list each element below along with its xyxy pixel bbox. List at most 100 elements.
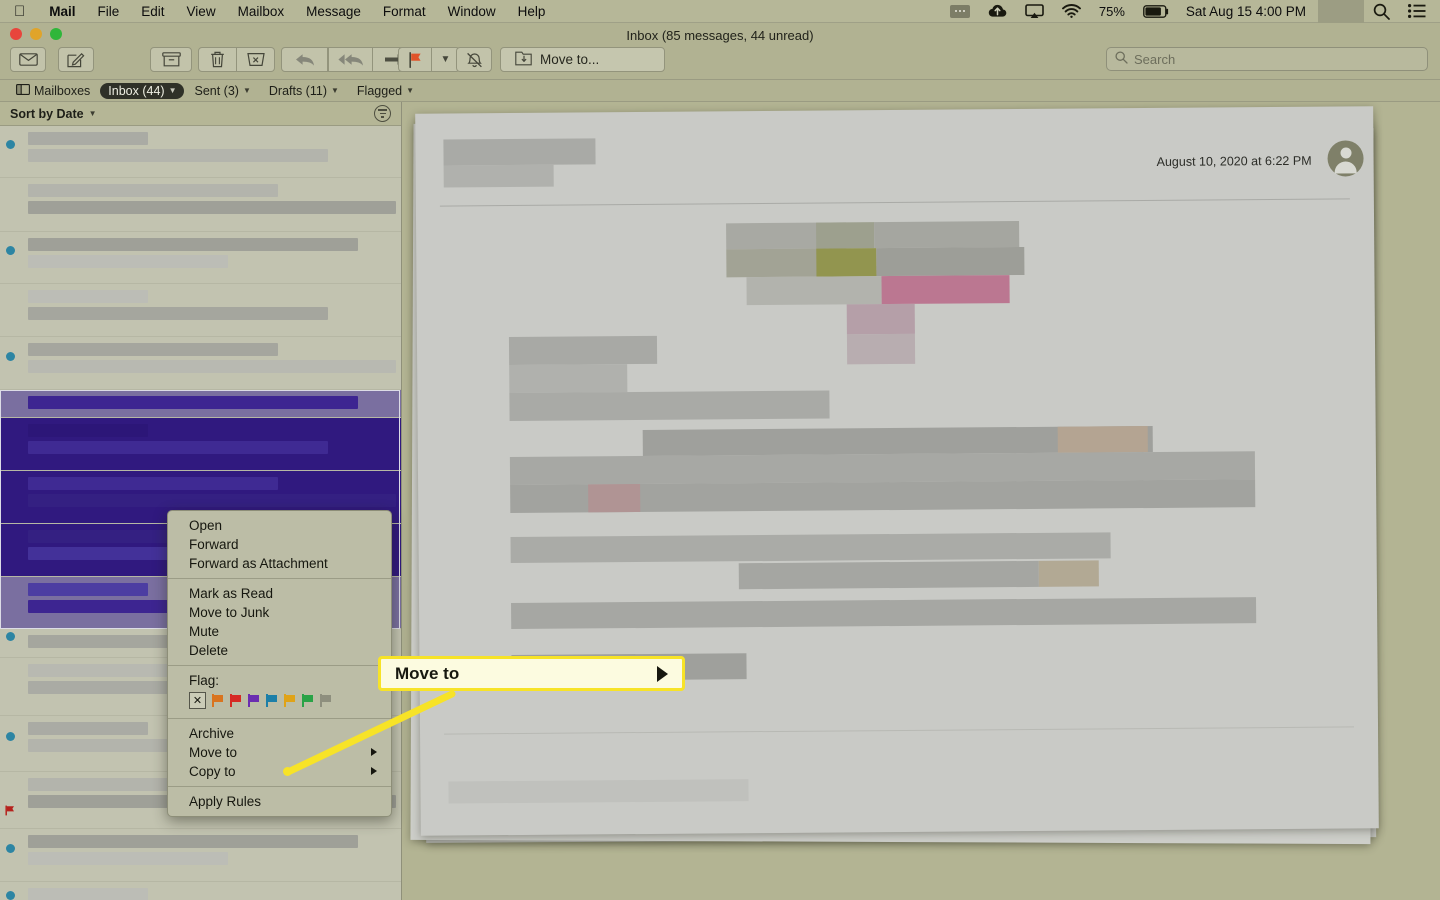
- menu-item-mail[interactable]: Mail: [38, 4, 86, 19]
- control-center-icon[interactable]: [1399, 4, 1440, 18]
- menu-item-edit[interactable]: Edit: [130, 4, 175, 19]
- mailbox-tab-sent[interactable]: Sent (3) ▼: [186, 83, 258, 99]
- context-menu-item-forward[interactable]: Forward: [168, 535, 391, 554]
- menu-item-format[interactable]: Format: [372, 4, 437, 19]
- menu-bar-clock[interactable]: Sat Aug 15 4:00 PM: [1178, 4, 1318, 19]
- context-menu-item-delete[interactable]: Delete: [168, 641, 391, 660]
- message-row-gutter: [0, 716, 26, 771]
- apple-logo-icon[interactable]: : [0, 4, 38, 19]
- flag-color-swatch-3[interactable]: [266, 694, 278, 707]
- context-menu-item-forward-as-attachment[interactable]: Forward as Attachment: [168, 554, 391, 573]
- callout-move-to: Move to: [378, 656, 685, 691]
- reading-pane: August 10, 2020 at 6:22 PM: [402, 102, 1440, 900]
- reply-button[interactable]: [281, 47, 328, 72]
- menu-item-mailbox[interactable]: Mailbox: [227, 4, 296, 19]
- submenu-arrow-icon: [371, 767, 377, 775]
- search-input[interactable]: Search: [1106, 47, 1428, 71]
- junk-button[interactable]: [237, 47, 275, 72]
- message-row-gutter: [0, 772, 26, 828]
- message-row-blurred-text: [28, 494, 396, 507]
- mailbox-tab-drafts[interactable]: Drafts (11) ▼: [261, 83, 347, 99]
- submenu-arrow-icon: [371, 748, 377, 756]
- subject-blurred-block: [443, 164, 554, 188]
- body-block: [509, 364, 628, 394]
- unread-dot: [6, 843, 15, 853]
- flag-color-swatch-5[interactable]: [302, 694, 314, 707]
- filter-icon[interactable]: [374, 105, 391, 122]
- context-menu-item-apply-rules[interactable]: Apply Rules: [168, 792, 391, 811]
- mute-button[interactable]: [456, 47, 492, 72]
- cloud-upload-icon[interactable]: [979, 4, 1016, 18]
- body-block: [746, 276, 882, 306]
- move-to-toolbar-button[interactable]: Move to...: [500, 47, 665, 72]
- wifi-icon[interactable]: [1053, 4, 1090, 18]
- message-row-blurred-text: [28, 343, 278, 356]
- message-row[interactable]: [0, 882, 401, 900]
- context-menu-separator: [168, 578, 391, 579]
- spotlight-search-icon[interactable]: [1364, 3, 1399, 20]
- message-row-gutter: [0, 337, 26, 389]
- message-row-blurred-text: [28, 722, 148, 735]
- sender-blurred-block: [443, 138, 596, 166]
- context-menu-item-archive[interactable]: Archive: [168, 724, 391, 743]
- body-block: [510, 532, 1111, 564]
- callout-arrow-icon: [657, 665, 668, 682]
- message-row-gutter: [0, 232, 26, 283]
- flag-color-swatch-2[interactable]: [248, 694, 260, 707]
- message-row[interactable]: [0, 232, 401, 284]
- battery-icon[interactable]: [1134, 4, 1178, 18]
- context-menu-item-copy-to-label: Copy to: [189, 764, 236, 779]
- mailboxes-toggle[interactable]: Mailboxes: [8, 83, 98, 99]
- message-row[interactable]: [0, 178, 401, 232]
- mailbox-tab-flagged[interactable]: Flagged ▼: [349, 83, 422, 99]
- delete-button[interactable]: [198, 47, 237, 72]
- message-row-gutter: [0, 178, 26, 231]
- unread-dot: [6, 140, 15, 149]
- airplay-icon[interactable]: [1016, 3, 1053, 19]
- context-menu-item-move-to-junk[interactable]: Move to Junk: [168, 603, 391, 622]
- flag-clear-button[interactable]: ✕: [189, 692, 206, 709]
- chevron-down-icon: ▼: [168, 86, 177, 95]
- reply-all-button[interactable]: [328, 47, 373, 72]
- flag-color-swatch-1[interactable]: [230, 694, 242, 707]
- menu-item-help[interactable]: Help: [507, 4, 557, 19]
- message-row-blurred-text: [28, 201, 396, 214]
- message-row[interactable]: [0, 390, 401, 418]
- flag-indicator-icon: [5, 803, 16, 815]
- context-menu-separator: [168, 718, 391, 719]
- message-row-blurred-text: [28, 360, 396, 373]
- context-menu-item-copy-to[interactable]: Copy to: [168, 762, 391, 781]
- context-menu-item-move-to[interactable]: Move to: [168, 743, 391, 762]
- message-row[interactable]: [0, 829, 401, 882]
- get-mail-button[interactable]: [10, 47, 46, 72]
- message-row[interactable]: [0, 126, 401, 178]
- message-row-blurred-text: [28, 888, 148, 900]
- body-block: [738, 560, 1039, 590]
- flag-color-swatch-4[interactable]: [284, 694, 296, 707]
- context-menu-item-mark-as-read[interactable]: Mark as Read: [168, 584, 391, 603]
- menu-item-message[interactable]: Message: [295, 4, 372, 19]
- flag-color-swatch-6[interactable]: [320, 694, 332, 707]
- body-block: [874, 221, 1020, 249]
- context-menu-item-mute[interactable]: Mute: [168, 622, 391, 641]
- message-row[interactable]: [0, 418, 401, 471]
- message-row[interactable]: [0, 337, 401, 390]
- body-block: [511, 597, 1257, 630]
- menu-item-window[interactable]: Window: [437, 4, 507, 19]
- compose-button[interactable]: [58, 47, 94, 72]
- context-menu[interactable]: Open Forward Forward as Attachment Mark …: [167, 510, 392, 817]
- menu-item-view[interactable]: View: [176, 4, 227, 19]
- flag-color-row[interactable]: ✕: [168, 691, 391, 713]
- flag-color-swatch-0[interactable]: [212, 694, 224, 707]
- archive-button[interactable]: [150, 47, 192, 72]
- sort-by-date-button[interactable]: Sort by Date: [10, 107, 84, 121]
- message-row[interactable]: [0, 284, 401, 337]
- flag-button[interactable]: [398, 47, 432, 72]
- window-toolbar: Inbox (85 messages, 44 unread) ▼ Move to…: [0, 23, 1440, 80]
- menu-item-file[interactable]: File: [87, 4, 131, 19]
- keyboard-input-icon[interactable]: [941, 4, 979, 18]
- body-block: [448, 779, 749, 804]
- context-menu-item-open[interactable]: Open: [168, 516, 391, 535]
- mailbox-tab-inbox[interactable]: Inbox (44) ▼: [100, 82, 185, 99]
- sidebar-icon: [16, 83, 30, 98]
